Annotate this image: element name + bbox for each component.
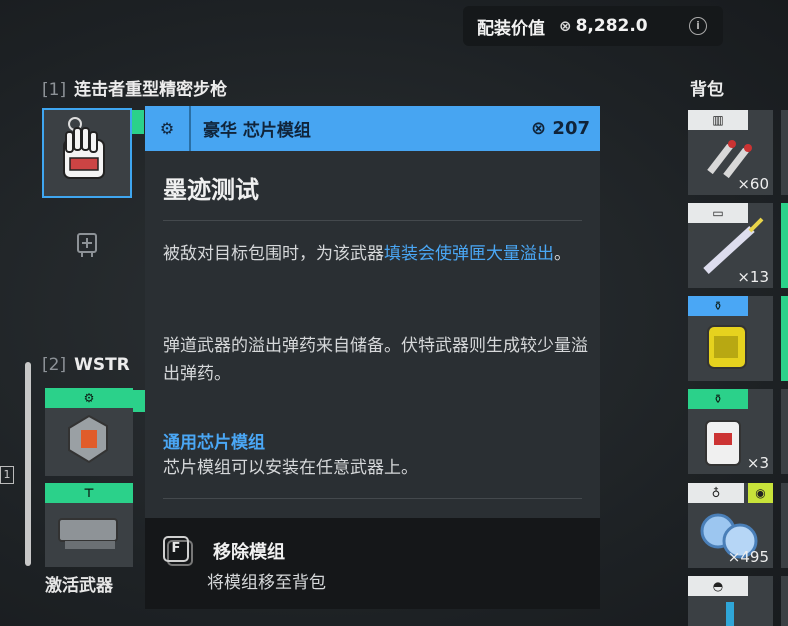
item-count: ×13 [737, 268, 769, 286]
mod-subtype-desc: 芯片模组可以安装在任意武器上。 [163, 458, 418, 478]
inventory-item[interactable]: ⚱ [688, 296, 773, 381]
bag-icon: ◓ [688, 576, 748, 596]
weapon-1-title: [1] 连击者重型精密步枪 [42, 80, 228, 100]
weapon-2-title: [2] WSTR [42, 355, 130, 375]
loadout-value-label: 配装价值 [477, 18, 545, 39]
mod-title: 墨迹测试 [163, 176, 259, 204]
inventory-item[interactable] [781, 296, 788, 381]
chip-module-icon [68, 414, 108, 464]
weapon-marker: 1 [0, 466, 14, 484]
scrollbar[interactable] [25, 362, 31, 566]
remove-mod-action[interactable]: F 移除模组 将模组移至背包 [145, 518, 600, 609]
weapon-2-attachment-slot[interactable]: ⊤ [45, 483, 133, 567]
loadout-value-amount: 8,282.0 [575, 16, 648, 36]
item-count: ×60 [737, 175, 769, 193]
weapon-1-mod-slot[interactable] [42, 108, 132, 198]
inventory-item[interactable] [781, 203, 788, 288]
hand-chip-icon [63, 117, 105, 179]
add-mod-icon[interactable] [76, 232, 98, 258]
item-count: ×495 [727, 548, 769, 566]
inventory-item[interactable] [781, 389, 788, 474]
loadout-value-panel: 配装价值 ⊗ 8,282.0 i [463, 6, 723, 46]
activate-weapon-label[interactable]: 激活武器 [45, 571, 113, 596]
item-count: ×3 [746, 454, 769, 472]
inventory-item[interactable] [781, 483, 788, 568]
inventory-item[interactable]: ▥ ×60 [688, 110, 773, 195]
scope-attachment-icon [58, 518, 118, 549]
mod-price-value: 207 [552, 118, 590, 139]
mod-category: 豪华 芯片模组 [203, 121, 311, 141]
info-icon[interactable]: i [689, 17, 707, 35]
mod-subtype-title: 通用芯片模组 [163, 433, 265, 453]
mod-description: 被敌对目标包围时，为该武器填装会使弹匣大量溢出。 [163, 244, 571, 264]
currency-icon: ⊗ [531, 118, 547, 139]
mod-price: ⊗ 207 [531, 118, 590, 139]
currency-icon: ⊗ [559, 17, 572, 35]
key-f-icon: F [163, 536, 189, 562]
remove-mod-title: 移除模组 [213, 542, 285, 563]
inventory-item[interactable]: ♁ ◉ ×495 [688, 483, 773, 568]
inventory-item[interactable]: ▭ ×13 [688, 203, 773, 288]
chip-icon: ⚙ [145, 106, 191, 151]
inventory-item[interactable]: ⚱ ×3 [688, 389, 773, 474]
item-preview [726, 602, 734, 626]
mod-description-secondary: 弹道武器的溢出弹药来自储备。伏特武器则生成较少量溢出弹药。 [163, 336, 588, 384]
yellow-device-icon [707, 325, 747, 369]
inventory-item[interactable] [781, 110, 788, 195]
tooltip-header: ⚙ 豪华 芯片模组 ⊗ 207 [145, 106, 600, 151]
mod-tooltip: ⚙ 豪华 芯片模组 ⊗ 207 墨迹测试 被敌对目标包围时，为该武器填装会使弹匣… [145, 106, 600, 609]
inventory-item[interactable] [781, 576, 788, 626]
slot-indicator [133, 390, 145, 412]
inventory-title: 背包 [690, 80, 724, 100]
slot-indicator [132, 110, 144, 134]
weapon-2-mod-slot[interactable]: ⚙ [45, 388, 133, 476]
inventory-item[interactable]: ◓ [688, 576, 773, 626]
divider [163, 220, 582, 221]
divider [163, 498, 582, 499]
remove-mod-desc: 将模组移至背包 [207, 573, 326, 593]
